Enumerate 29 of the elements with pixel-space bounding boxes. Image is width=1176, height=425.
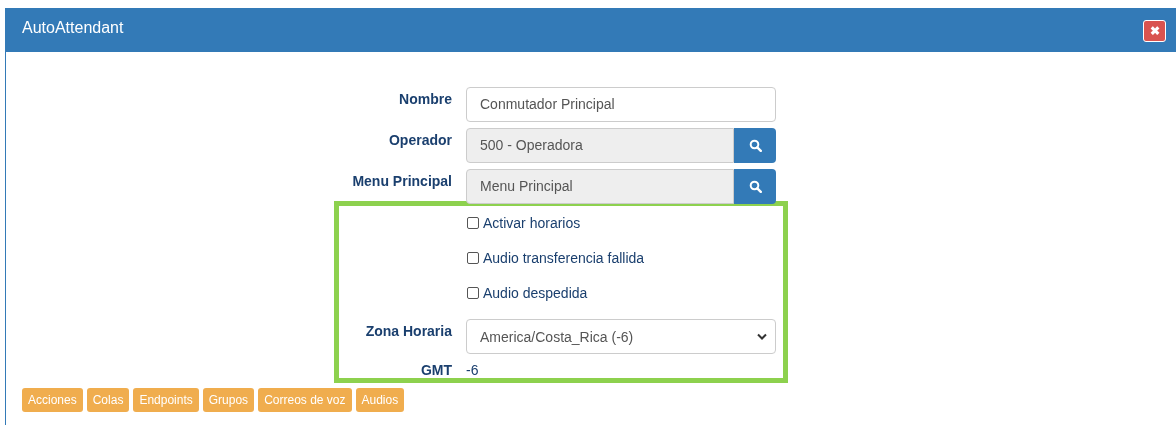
- field-label: Operador: [388, 131, 452, 148]
- field-label: Zona Horaria: [364, 322, 452, 339]
- search-button[interactable]: [734, 128, 776, 163]
- checkbox[interactable]: [467, 287, 479, 299]
- checkbox-label: Audio transferencia fallida: [483, 250, 645, 266]
- tab-button[interactable]: Grupos: [202, 388, 255, 412]
- search-icon: [748, 139, 762, 152]
- checkbox-label: Activar horarios: [483, 215, 581, 231]
- checkbox-label: Audio despedida: [483, 285, 588, 301]
- field-label: GMT: [419, 362, 452, 378]
- search-button[interactable]: [734, 169, 776, 204]
- tab-button[interactable]: Colas: [86, 388, 130, 412]
- tab-button[interactable]: Acciones: [22, 388, 83, 412]
- input-field[interactable]: Conmutador Principal: [466, 87, 776, 122]
- input-field[interactable]: 500 - Operadora: [466, 128, 734, 163]
- search-icon: [748, 180, 762, 193]
- gmt-value: -6: [466, 362, 479, 378]
- checkbox[interactable]: [467, 217, 479, 229]
- chevron-icon: [757, 333, 767, 340]
- timezone-dropdown[interactable]: America/Costa_Rica (-6): [466, 319, 776, 354]
- window-title: AutoAttendant: [22, 19, 124, 37]
- checkbox[interactable]: [467, 252, 479, 264]
- close-button[interactable]: ✖: [1143, 20, 1166, 42]
- tab-button[interactable]: Correos de voz: [258, 388, 352, 412]
- field-label: Nombre: [398, 90, 452, 107]
- tab-button[interactable]: Endpoints: [133, 388, 199, 412]
- input-field[interactable]: Menu Principal: [466, 169, 734, 204]
- tab-button[interactable]: Audios: [355, 388, 405, 412]
- field-label: Menu Principal: [351, 172, 452, 189]
